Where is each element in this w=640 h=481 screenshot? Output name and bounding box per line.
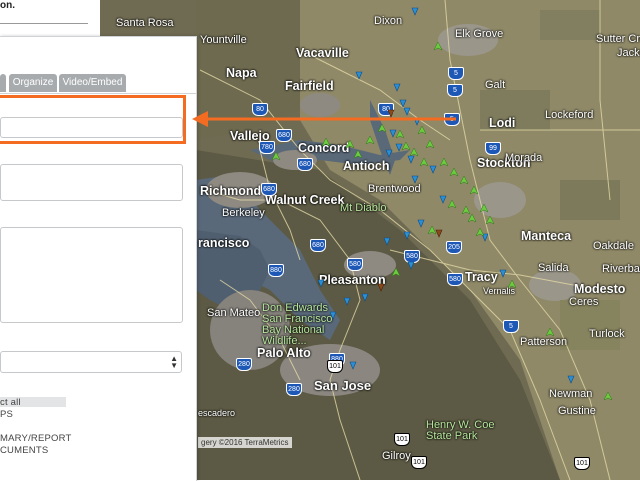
- map-attribution[interactable]: gery ©2016 TerraMetrics: [198, 437, 292, 448]
- select-arrows-icon: ▲ ▼: [170, 354, 178, 370]
- tab-organize[interactable]: Organize: [9, 74, 57, 92]
- panel-header-strip: on.: [0, 0, 100, 36]
- tab-partial[interactable]: [0, 74, 6, 92]
- panel-divider: [0, 23, 88, 24]
- tabs-divider: [0, 93, 196, 94]
- select-all-option[interactable]: ct all: [0, 397, 21, 408]
- panel-top-text: on.: [0, 0, 15, 11]
- options-select[interactable]: ▲ ▼: [0, 351, 182, 373]
- documents-option[interactable]: CUMENTS: [0, 445, 48, 456]
- summary-report-option[interactable]: MARY/REPORT: [0, 433, 72, 444]
- ps-option[interactable]: PS: [0, 409, 13, 420]
- subtitle-textarea[interactable]: [0, 164, 183, 201]
- highlight-box: [0, 95, 186, 144]
- tab-video-embed[interactable]: Video/Embed: [59, 74, 126, 92]
- description-textarea[interactable]: [0, 227, 183, 323]
